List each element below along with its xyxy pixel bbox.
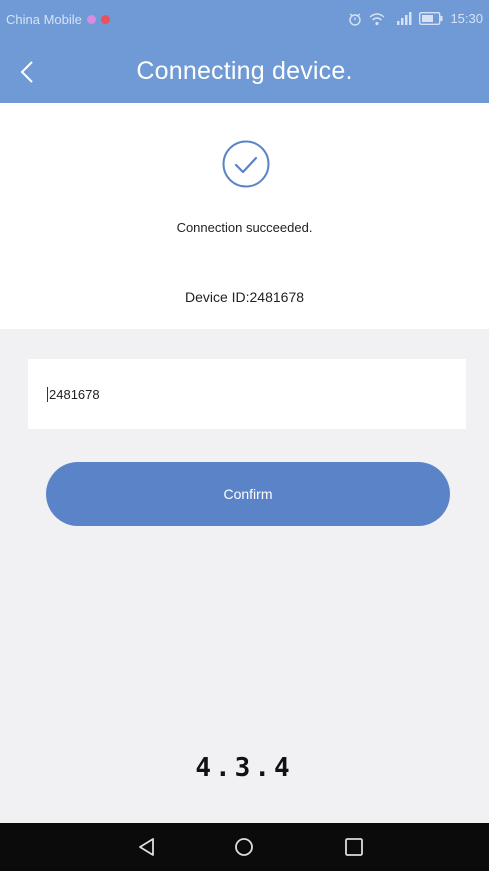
home-circle-icon	[235, 838, 253, 856]
connection-status-panel: Connection succeeded. Device ID:2481678	[0, 103, 489, 329]
carrier-group: China Mobile	[6, 12, 110, 27]
carrier-name: China Mobile	[6, 12, 82, 27]
battery-icon	[419, 12, 443, 25]
recents-square-icon	[345, 838, 363, 856]
wifi-icon	[369, 12, 385, 26]
nav-home-button[interactable]	[231, 835, 257, 859]
cellular-signal-icon	[392, 11, 412, 26]
success-message: Connection succeeded.	[176, 220, 313, 235]
sim-notification-icon	[86, 15, 96, 24]
page-title: Connecting device.	[136, 57, 353, 85]
confirm-button[interactable]: Confirm	[46, 462, 450, 526]
nav-back-button[interactable]	[134, 835, 160, 859]
device-id-value: 2481678	[47, 386, 100, 402]
check-circle-icon	[222, 140, 270, 188]
device-id-input[interactable]: 2481678	[28, 359, 466, 429]
app-header: Connecting device.	[0, 40, 489, 103]
device-id-label: Device ID:2481678	[184, 289, 305, 305]
message-notification-icon	[100, 15, 110, 24]
system-nav-bar	[0, 823, 489, 871]
figure-number-label: 4.3.4	[195, 753, 294, 783]
back-triangle-icon	[139, 838, 154, 856]
status-icons: 15:30	[348, 11, 483, 26]
nav-recents-button[interactable]	[341, 835, 367, 859]
alarm-icon	[348, 12, 362, 26]
status-time: 15:30	[450, 11, 483, 26]
status-bar: China Mobile 15:30	[0, 0, 489, 40]
